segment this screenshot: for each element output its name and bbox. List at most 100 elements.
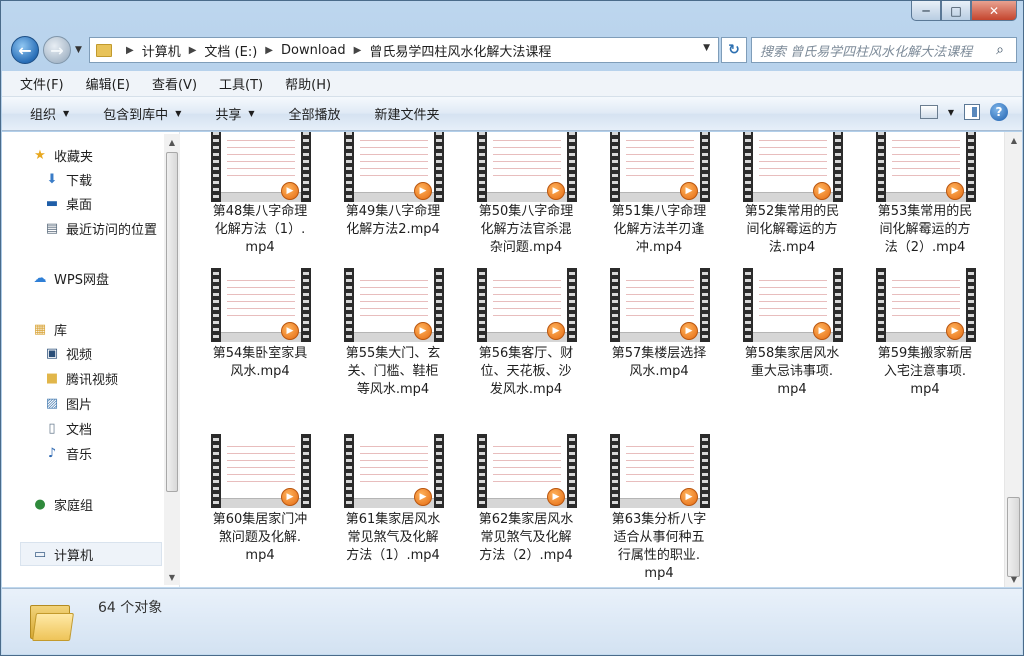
file-list-scrollbar[interactable]: ▲ ▼	[1004, 132, 1022, 587]
include-in-library-button[interactable]: 包含到库中 ▼	[103, 104, 181, 123]
scroll-up-icon[interactable]: ▲	[164, 134, 180, 150]
video-thumbnail: ▶	[211, 268, 311, 342]
navigation-pane: ★ 收藏夹 ⬇ 下载 ▬ 桌面 ▤ 最近访问的位置 ☁ WPS网盘 ▦ 库 ▣ …	[2, 132, 180, 587]
file-name-line: 位、天花板、沙	[480, 364, 572, 379]
refresh-button[interactable]: ↻	[721, 37, 747, 63]
nav-libraries-label: 库	[54, 324, 68, 339]
address-bar[interactable]: ▶ 计算机 ▶ 文档 (E:) ▶ Download ▶ 曾氏易学四柱风水化解大…	[89, 37, 719, 63]
nav-downloads[interactable]: ⬇ 下载	[44, 170, 92, 189]
minimize-button[interactable]: ─	[911, 1, 941, 21]
file-name-line: 化解方法（1）.	[214, 222, 306, 237]
chevron-down-icon: ▼	[248, 109, 255, 118]
scroll-up-icon[interactable]: ▲	[1006, 132, 1022, 148]
nav-recent[interactable]: ▤ 最近访问的位置	[44, 219, 157, 238]
play-all-button[interactable]: 全部播放	[289, 104, 341, 123]
menu-tools[interactable]: 工具(T)	[219, 74, 263, 93]
new-folder-button[interactable]: 新建文件夹	[375, 104, 440, 123]
file-name: 第49集八字命理 化解方法2.mp4	[330, 203, 456, 239]
play-icon: ▶	[547, 488, 565, 506]
file-list: ▶ 第48集八字命理 化解方法（1）. mp4 ▶ 第49集八字命理 化解方法2.mp4 ▶ 第…	[181, 132, 1004, 587]
menu-help[interactable]: 帮助(H)	[285, 74, 331, 93]
scroll-down-icon[interactable]: ▼	[164, 569, 180, 585]
explorer-window: ─ □ ✕ ← → ▼ ▶ 计算机 ▶ 文档 (E:) ▶ Download ▶…	[0, 0, 1024, 656]
file-name-line: 第58集家居风水	[744, 346, 840, 361]
close-button[interactable]: ✕	[971, 1, 1017, 21]
file-name-line: 适合从事何种五	[613, 530, 705, 545]
file-name-line: 关、门槛、鞋柜	[347, 364, 439, 379]
nav-documents[interactable]: ▯ 文档	[44, 419, 92, 438]
item-count: 64 个对象	[98, 600, 163, 616]
share-button[interactable]: 共享 ▼	[215, 104, 254, 123]
menu-edit[interactable]: 编辑(E)	[86, 74, 130, 93]
chevron-right-icon[interactable]: ▶	[189, 45, 197, 56]
file-name: 第56集客厅、财 位、天花板、沙 发风水.mp4	[463, 345, 589, 399]
crumb-computer[interactable]: 计算机	[142, 41, 181, 60]
scroll-down-icon[interactable]: ▼	[1006, 571, 1022, 587]
nav-desktop[interactable]: ▬ 桌面	[44, 194, 92, 213]
nav-favorites[interactable]: ★ 收藏夹	[32, 146, 93, 165]
nav-computer[interactable]: ▭ 计算机	[32, 545, 93, 564]
menu-file[interactable]: 文件(F)	[20, 74, 64, 93]
nav-libraries[interactable]: ▦ 库	[32, 320, 67, 339]
nav-pictures-label: 图片	[66, 398, 93, 413]
file-name-line: mp4	[777, 382, 807, 397]
chevron-right-icon[interactable]: ▶	[354, 45, 362, 56]
chevron-right-icon[interactable]: ▶	[265, 45, 273, 56]
search-input[interactable]: 搜索 曾氏易学四柱风水化解大法课程 ⌕	[751, 37, 1017, 63]
recent-pages-dropdown[interactable]: ▼	[75, 45, 82, 55]
help-icon[interactable]: ?	[990, 103, 1008, 121]
maximize-button[interactable]: □	[941, 1, 971, 21]
folder-icon	[96, 43, 112, 57]
nav-pictures[interactable]: ▨ 图片	[44, 394, 92, 413]
file-name: 第61集家居风水 常见煞气及化解 方法（1）.mp4	[330, 511, 456, 565]
folder-icon	[30, 601, 74, 641]
file-name-line: 入宅注意事项.	[883, 364, 967, 379]
organize-button[interactable]: 组织 ▼	[30, 104, 69, 123]
file-name: 第53集常用的民 间化解霉运的方 法（2）.mp4	[862, 203, 988, 257]
recent-places-icon: ▤	[45, 221, 59, 236]
chevron-down-icon[interactable]: ▼	[948, 108, 954, 117]
address-dropdown-icon[interactable]: ▼	[703, 43, 710, 53]
homegroup-icon: ●	[34, 497, 46, 512]
back-button[interactable]: ←	[11, 36, 39, 64]
file-name-line: 法（2）.mp4	[884, 240, 966, 255]
nav-scroll-thumb[interactable]	[166, 152, 178, 492]
command-bar: 组织 ▼ 包含到库中 ▼ 共享 ▼ 全部播放 新建文件夹 ▼ ?	[2, 97, 1022, 131]
nav-wps-cloud[interactable]: ☁ WPS网盘	[32, 269, 109, 288]
nav-videos[interactable]: ▣ 视频	[44, 344, 92, 363]
nav-music[interactable]: ♪ 音乐	[44, 444, 92, 463]
nav-homegroup[interactable]: ● 家庭组	[32, 495, 93, 514]
crumb-download[interactable]: Download	[281, 43, 346, 58]
file-name-line: 等风水.mp4	[356, 382, 430, 397]
file-name: 第63集分析八字 适合从事何种五 行属性的职业. mp4	[596, 511, 722, 583]
crumb-current-folder[interactable]: 曾氏易学四柱风水化解大法课程	[369, 41, 551, 60]
chevron-right-icon[interactable]: ▶	[126, 45, 134, 56]
play-icon: ▶	[414, 182, 432, 200]
menu-view[interactable]: 查看(V)	[152, 74, 197, 93]
video-thumbnail: ▶	[876, 132, 976, 202]
file-scroll-thumb[interactable]	[1007, 497, 1020, 577]
file-name-line: 第61集家居风水	[345, 512, 441, 527]
nav-computer-label: 计算机	[54, 549, 94, 564]
nav-homegroup-label: 家庭组	[54, 499, 94, 514]
change-view-icon[interactable]	[919, 105, 938, 119]
file-name-line: mp4	[644, 566, 674, 581]
preview-pane-icon[interactable]	[964, 104, 980, 120]
file-name-line: 发风水.mp4	[489, 382, 563, 397]
search-icon[interactable]: ⌕	[992, 42, 1008, 58]
computer-icon: ▭	[33, 547, 47, 562]
play-icon: ▶	[680, 488, 698, 506]
play-icon: ▶	[547, 322, 565, 340]
crumb-drive-e[interactable]: 文档 (E:)	[204, 41, 257, 60]
file-name: 第59集搬家新居 入宅注意事项. mp4	[862, 345, 988, 399]
nav-scrollbar[interactable]: ▲ ▼	[164, 134, 180, 585]
forward-button[interactable]: →	[43, 36, 71, 64]
file-name: 第60集居家门冲 煞问题及化解. mp4	[197, 511, 323, 565]
nav-tencent-video[interactable]: ■ 腾讯视频	[44, 369, 118, 388]
details-pane: 64 个对象	[2, 588, 1022, 654]
forward-arrow-icon: →	[50, 40, 64, 60]
nav-wps-label: WPS网盘	[54, 273, 109, 288]
play-icon: ▶	[281, 322, 299, 340]
file-name-line: 化解方法官杀混	[480, 222, 572, 237]
file-name: 第52集常用的民 间化解霉运的方 法.mp4	[729, 203, 855, 257]
